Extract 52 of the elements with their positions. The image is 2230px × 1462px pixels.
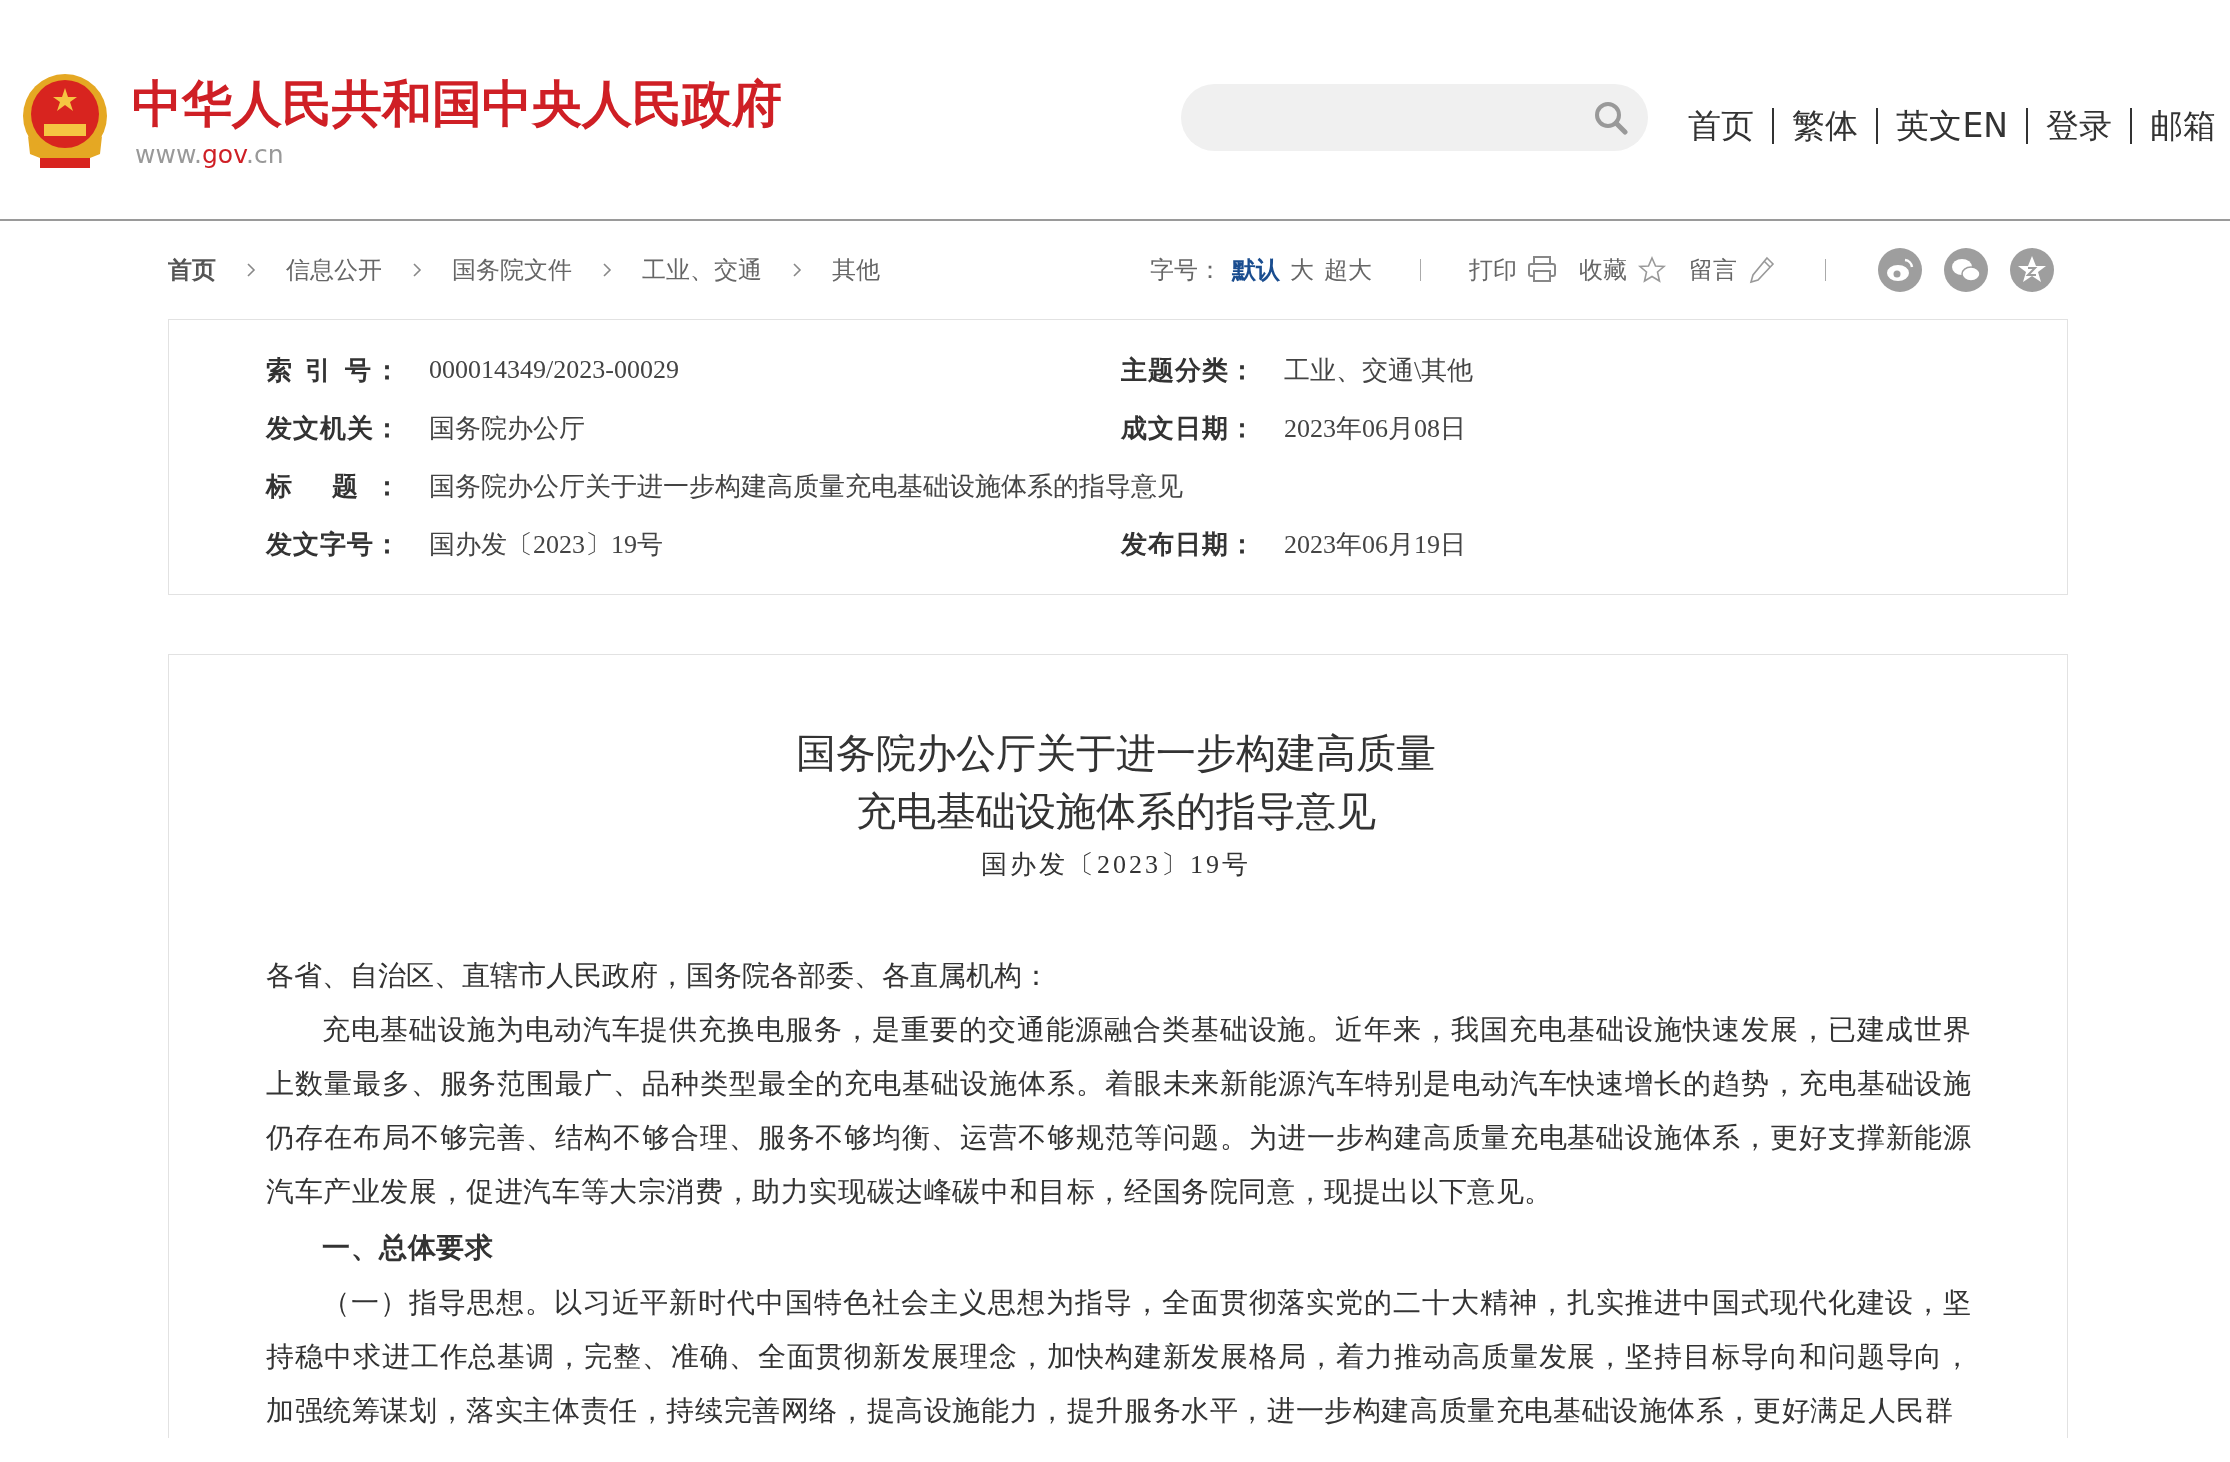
site-title: 中华人民共和国中央人民政府 bbox=[132, 74, 782, 134]
breadcrumb-link[interactable]: 信息公开 bbox=[286, 254, 382, 286]
article-title: 充电基础设施体系的指导意见 bbox=[855, 788, 1377, 836]
chevron-icon bbox=[412, 262, 422, 278]
breadcrumb-link[interactable]: 首页 bbox=[168, 254, 216, 286]
search-icon[interactable] bbox=[1594, 100, 1629, 135]
star-share-icon[interactable] bbox=[2010, 248, 2054, 292]
field-label: 发文机关： bbox=[266, 412, 400, 445]
font-size-option[interactable]: 默认 bbox=[1232, 254, 1280, 286]
field-value: 2023年06月19日 bbox=[1284, 528, 1466, 561]
action-button[interactable]: 收藏 bbox=[1579, 254, 1667, 286]
font-size-option[interactable]: 大 bbox=[1290, 254, 1314, 286]
printer-icon bbox=[1527, 255, 1557, 285]
field-label: 发布日期： bbox=[1121, 528, 1255, 561]
nav-link[interactable]: 邮箱 bbox=[2130, 107, 2216, 144]
pencil-icon bbox=[1747, 255, 1777, 285]
body-paragraph: 充电基础设施为电动汽车提供充换电服务，是重要的交通能源融合类基础设施。近年来，我国充电基础设施快速发展，已建成世界上数量最多、服务范围最广、品种类型最全的充电基础设施体系。着眼未来新能源汽车特别是电动汽车快速增长的趋势，充电基础设施仍存在布局不够完善、结构不够合理、服务不够均衡、运营不够规范等问题。为进一步构建高质量充电基础设施体系，更好支撑新能源汽车产业发展，促进汽车等大宗消费，助力实现碳达峰碳中和目标，经国务院同意，现提出以下意见。 bbox=[266, 1013, 1972, 1209]
field-value: 2023年06月08日 bbox=[1284, 412, 1466, 445]
weibo-share-icon[interactable] bbox=[1878, 248, 1922, 292]
field-value: 国务院办公厅关于进一步构建高质量充电基础设施体系的指导意见 bbox=[429, 470, 1183, 503]
nav-link[interactable]: 登录 bbox=[2026, 107, 2130, 144]
breadcrumb-link[interactable]: 工业、交通 bbox=[642, 254, 762, 286]
section-heading: 一、总体要求 bbox=[321, 1231, 495, 1265]
field-label: 索 引 号： bbox=[266, 354, 400, 387]
salutation: 各省、自治区、直辖市人民政府，国务院各部委、各直属机构： bbox=[266, 959, 1051, 993]
nav-link[interactable]: 首页 bbox=[1688, 107, 1773, 144]
field-value: 工业、交通\其他 bbox=[1284, 354, 1474, 387]
nav-link[interactable]: 英文EN bbox=[1876, 107, 2026, 144]
action-button[interactable]: 留言 bbox=[1689, 254, 1777, 286]
body-paragraph: （一）指导思想。以习近平新时代中国特色社会主义思想为指导，全面贯彻落实党的二十大精神，扎实推进中国式现代化建设，坚持稳中求进工作总基调，完整、准确、全面贯彻新发展理念，加快构建新发展格局，着力推动高质量发展，坚持目标导向和问题导向，加强统筹谋划，落实主体责任，持续完善网络，提高设施能力，提升服务水平，进一步构建高质量充电基础设施体系，更好满足人民群 bbox=[266, 1286, 1972, 1428]
action-button[interactable]: 打印 bbox=[1469, 254, 1557, 286]
site-url[interactable]: www.gov.cn bbox=[132, 140, 782, 169]
star-icon bbox=[1637, 255, 1667, 285]
chevron-icon bbox=[602, 262, 612, 278]
chevron-icon bbox=[792, 262, 802, 278]
document-number: 国办发〔2023〕19号 bbox=[980, 849, 1252, 881]
field-label: 主题分类： bbox=[1121, 354, 1255, 387]
chat-bubbles-icon[interactable] bbox=[1944, 248, 1988, 292]
nav-link[interactable]: 繁体 bbox=[1772, 107, 1877, 144]
field-label: 标 题： bbox=[266, 470, 400, 503]
article-title: 国务院办公厅关于进一步构建高质量 bbox=[795, 730, 1437, 778]
field-value: 国办发〔2023〕19号 bbox=[429, 528, 663, 561]
font-size-label: 字号： bbox=[1150, 256, 1222, 285]
national-emblem-icon bbox=[20, 73, 110, 170]
field-value: 国务院办公厅 bbox=[429, 412, 585, 445]
breadcrumb-link[interactable]: 其他 bbox=[832, 254, 880, 286]
field-label: 发文字号： bbox=[266, 528, 400, 561]
field-label: 成文日期： bbox=[1121, 412, 1255, 445]
chevron-icon bbox=[246, 262, 256, 278]
field-value: 000014349/2023-00029 bbox=[429, 355, 679, 385]
font-size-option[interactable]: 超大 bbox=[1324, 254, 1372, 286]
breadcrumb-link[interactable]: 国务院文件 bbox=[452, 254, 572, 286]
